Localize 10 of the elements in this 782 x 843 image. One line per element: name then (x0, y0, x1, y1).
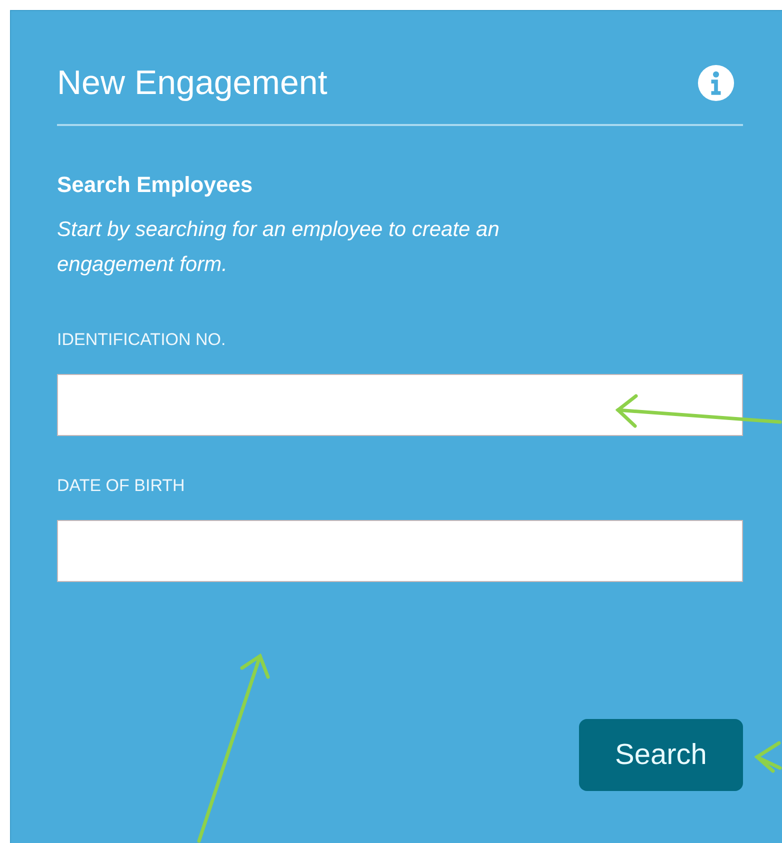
description-text: Start by searching for an employee to create an engagement form. (57, 217, 500, 278)
input-field[interactable] (57, 374, 743, 436)
field-label: IDENTIFICATION NO. (57, 330, 227, 350)
info-icon[interactable] (697, 64, 735, 102)
annotation-arrow (754, 741, 782, 773)
panel-title: New Engagement (57, 64, 328, 102)
input-field[interactable] (57, 520, 743, 582)
section-heading: Search Employees (57, 172, 254, 198)
field-label: DATE OF BIRTH (57, 476, 186, 496)
search-button[interactable]: Search (579, 719, 743, 791)
